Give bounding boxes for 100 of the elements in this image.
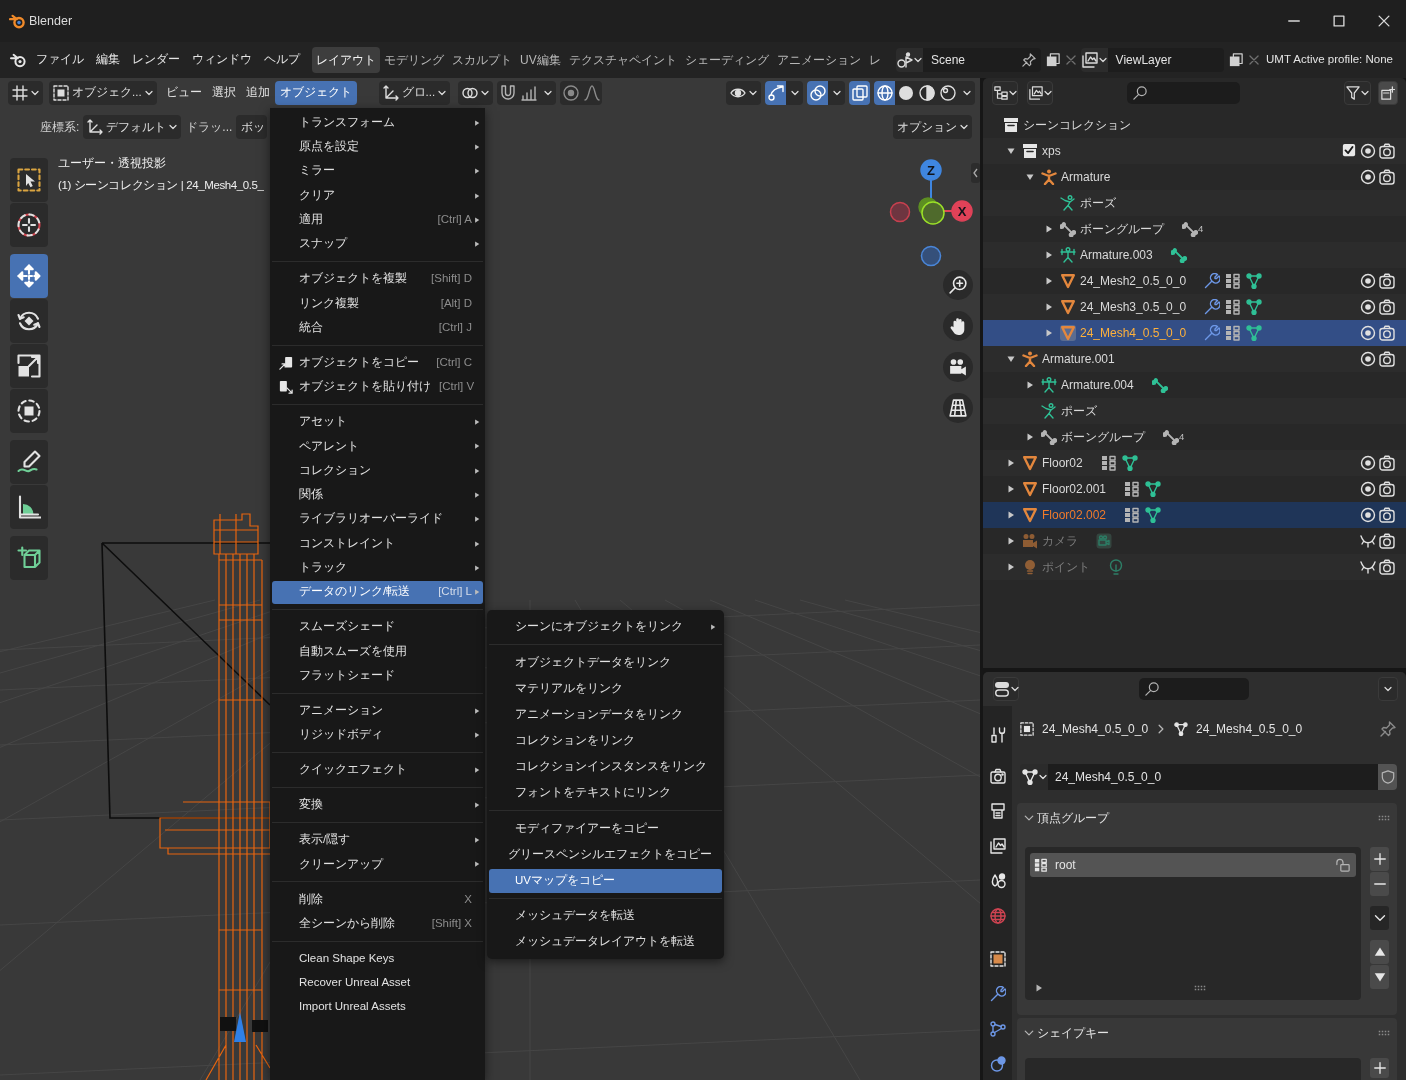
grip-icon[interactable] [1378,815,1390,821]
axis-handle[interactable]: Z [920,159,942,181]
camera-icon[interactable] [1378,299,1395,315]
triangle-right-icon[interactable] [1006,459,1015,467]
menu-item[interactable]: メッシュデータを転送 [489,904,722,929]
menu-item[interactable]: フォントをテキストにリンク [489,780,722,805]
outliner-item[interactable]: xps [983,138,1406,164]
menu-button[interactable]: ビュー [160,81,207,105]
menu-item[interactable]: 削除 X [272,887,483,911]
eye-icon[interactable] [1359,455,1376,471]
pin-icon[interactable] [1022,53,1036,67]
camera-icon[interactable] [1378,559,1395,575]
wrench-icon[interactable] [989,985,1006,1002]
triangle-down-icon[interactable] [1006,355,1015,363]
menu-item[interactable]: オブジェクトデータをリンク [489,650,722,675]
camera-icon[interactable] [1378,507,1395,523]
grip-icon[interactable] [1378,1030,1390,1036]
outliner-item[interactable]: Floor02 [983,450,1406,476]
hand-icon[interactable] [943,311,973,341]
menu-button[interactable]: ファイル [30,48,90,72]
menu-item[interactable]: クリア [272,184,483,208]
closed-eye-icon[interactable] [1359,559,1376,575]
menu-button[interactable]: 追加 [240,81,275,105]
perspective-grid-icon[interactable] [943,393,973,423]
outliner-item[interactable]: ボーングループ 4 [983,216,1406,242]
menu-item[interactable]: 関係 [272,483,483,507]
printer-icon[interactable] [989,802,1006,819]
move-up-button[interactable] [1370,940,1389,964]
menu-item[interactable]: ペアレント [272,434,483,458]
menu-item[interactable]: リンク複製 [Alt] D [272,292,483,316]
move-down-button[interactable] [1370,965,1389,989]
triangle-right-icon[interactable] [1044,277,1053,285]
sidebar-toggle-icon[interactable] [971,163,980,183]
particles-icon[interactable] [989,1020,1006,1037]
closed-eye-icon[interactable] [1359,533,1376,549]
search-field[interactable] [1139,678,1249,700]
close-icon[interactable] [1249,55,1259,65]
scale-icon[interactable] [10,344,48,388]
list-item[interactable]: root [1030,853,1356,877]
triangle-right-icon[interactable] [1006,485,1015,493]
filter-dropdown[interactable] [1344,81,1371,105]
camera-icon[interactable] [1378,351,1395,367]
overlap-circles-icon[interactable] [807,81,828,105]
view-layer-browse-button[interactable] [1081,48,1108,72]
drag-mode-dropdown[interactable]: ボッ [236,115,268,139]
menu-button[interactable]: レンダー [126,48,186,72]
camera-icon[interactable] [1378,143,1395,159]
close-icon[interactable] [1066,55,1076,65]
menu-item[interactable]: コンストレイント [272,532,483,556]
triangle-right-icon[interactable] [1006,563,1015,571]
drops-icon[interactable] [989,872,1006,889]
mesh-name-field[interactable]: 24_Mesh4_0.5_0_0 [1048,764,1378,790]
menu-item[interactable]: クリーンアップ [272,852,483,876]
menu-item[interactable]: 全シーンから削除 [Shift] X [272,912,483,936]
orientation-dropdown[interactable]: デフォルト [83,115,182,139]
menu-item[interactable]: 適用 [Ctrl] A [272,208,483,232]
menu-item[interactable]: スムーズシェード [272,615,483,639]
workspace-tab[interactable]: UV編集 [516,47,565,73]
outliner-item[interactable]: Armature.004 [983,372,1406,398]
outliner-item[interactable]: Armature.003 [983,242,1406,268]
menu-item[interactable]: 統合 [Ctrl] J [272,316,483,340]
workspace-tab[interactable]: レ [864,47,885,73]
camera-icon[interactable] [1378,169,1395,185]
menu-item[interactable]: オブジェクトをコピー [Ctrl] C [272,351,483,375]
outliner-item[interactable]: Floor02.002 [983,502,1406,528]
eye-icon[interactable] [1359,481,1376,497]
outliner-item[interactable]: シーンコレクション [983,112,1406,138]
panel-header[interactable]: シェイプキー [1017,1018,1397,1048]
eye-icon[interactable] [1359,325,1376,341]
eye-icon[interactable] [1359,299,1376,315]
outliner-item[interactable]: カメラ [983,528,1406,554]
menu-item[interactable]: 変換 [272,793,483,817]
triangle-right-icon[interactable] [1035,984,1043,992]
triangle-right-icon[interactable] [1044,329,1053,337]
camera-icon[interactable] [1378,455,1395,471]
menu-item[interactable]: クイックエフェクト [272,758,483,782]
globe-icon[interactable] [989,907,1006,924]
menu-item[interactable]: Import Unreal Assets [272,995,483,1019]
axis-handle[interactable]: X [951,200,973,222]
panel-header[interactable]: 頂点グループ [1017,803,1397,833]
triangle-right-icon[interactable] [1044,225,1053,233]
triangle-right-icon[interactable] [1025,381,1034,389]
remove-button[interactable] [1370,872,1389,896]
menu-button[interactable]: オブジェクト [274,81,357,105]
wire-globe-icon[interactable] [874,81,895,105]
outliner-item[interactable]: ポーズ [983,398,1406,424]
menu-item[interactable]: 表示/隠す [272,828,483,852]
zoom-in-icon[interactable] [943,270,973,300]
menu-item[interactable]: ライブラリオーバーライド [272,507,483,531]
display-mode-dropdown[interactable] [992,81,1018,105]
menu-item[interactable]: アセット [272,410,483,434]
bell-curve-icon[interactable] [583,85,600,101]
camera-icon[interactable] [989,767,1006,784]
eye-icon[interactable] [1359,143,1376,159]
menu-item[interactable]: 自動スムーズを使用 [272,640,483,664]
menu-item[interactable]: グリースペンシルエフェクトをコピー [489,842,722,867]
two-circles-icon[interactable] [989,1055,1006,1072]
orientation-dropdown[interactable]: グロ... [378,81,451,105]
menu-item[interactable]: Recover Unreal Asset [272,971,483,995]
outliner-item[interactable]: ポーズ [983,190,1406,216]
